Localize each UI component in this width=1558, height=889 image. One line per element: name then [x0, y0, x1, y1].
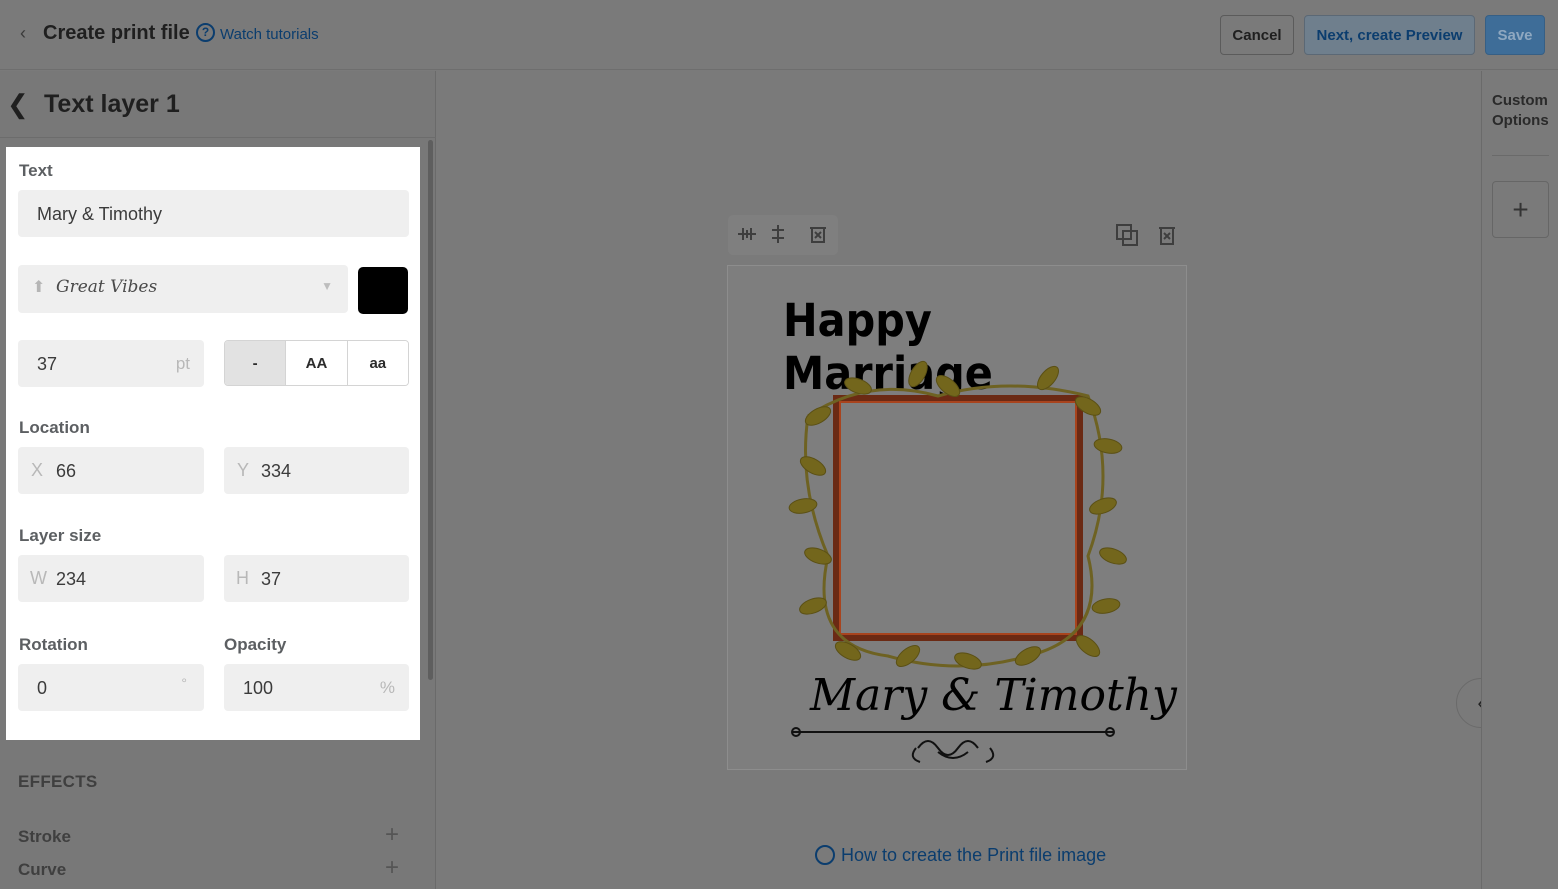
plus-icon: +	[1512, 193, 1529, 225]
y-prefix: Y	[237, 460, 250, 480]
page-title: Create print file	[43, 22, 190, 44]
watch-tutorials-link[interactable]: Watch tutorials	[220, 26, 319, 43]
h-prefix: H	[236, 568, 249, 588]
delete-all-icon[interactable]	[1157, 224, 1177, 251]
rotation-input[interactable]: 0 °	[18, 664, 204, 711]
case-none-button[interactable]: -	[225, 341, 286, 385]
cancel-button[interactable]: Cancel	[1220, 15, 1294, 55]
panel-scrollbar[interactable]	[428, 140, 433, 680]
top-bar: ‹ Create print file ? Watch tutorials Ca…	[0, 0, 1558, 70]
font-color-swatch[interactable]	[358, 267, 408, 314]
delete-layer-icon[interactable]	[808, 224, 828, 249]
align-horizontal-center-icon[interactable]	[737, 224, 757, 249]
text-label: Text	[19, 161, 53, 180]
align-vertical-center-icon[interactable]	[768, 224, 788, 249]
h-value: 37	[261, 569, 282, 589]
location-label: Location	[19, 418, 90, 437]
effects-heading: EFFECTS	[18, 772, 98, 791]
rotation-unit: °	[181, 675, 187, 691]
add-stroke-plus-icon[interactable]: +	[385, 823, 399, 847]
divider	[1492, 155, 1549, 156]
text-properties-card: Text Mary & Timothy ⬆ Great Vibes ▼ 37 p…	[6, 147, 420, 740]
caret-down-icon: ▼	[321, 279, 333, 293]
layer-size-label: Layer size	[19, 526, 102, 545]
opacity-input[interactable]: 100 %	[224, 664, 409, 711]
effect-stroke-label[interactable]: Stroke	[18, 827, 71, 847]
font-size-input[interactable]: 37 pt	[18, 340, 204, 387]
y-value: 334	[261, 461, 292, 481]
width-input[interactable]: W 234	[18, 555, 204, 602]
right-rail: Custom Options +	[1481, 71, 1558, 889]
x-input[interactable]: X 66	[18, 447, 204, 494]
y-input[interactable]: Y 334	[224, 447, 409, 494]
case-upper-button[interactable]: AA	[285, 341, 347, 385]
opacity-unit: %	[379, 678, 395, 697]
rotation-label: Rotation	[19, 635, 88, 654]
print-artboard[interactable]: Happy Marriage Mary & Timothy	[727, 265, 1187, 770]
w-value: 234	[56, 569, 87, 589]
save-button[interactable]: Save	[1485, 15, 1545, 55]
rotation-value: 0	[37, 678, 48, 698]
w-prefix: W	[30, 568, 47, 588]
align-toolbar	[728, 215, 838, 255]
flourish-ornament-image	[791, 727, 1115, 763]
font-select[interactable]: ⬆ Great Vibes ▼	[18, 265, 348, 313]
duplicate-icon[interactable]	[1116, 224, 1138, 251]
lifebuoy-icon[interactable]	[815, 845, 835, 865]
names-text[interactable]: Mary & Timothy	[810, 670, 1177, 721]
add-custom-option-button[interactable]: +	[1492, 181, 1549, 238]
divider	[0, 137, 436, 138]
add-curve-plus-icon[interactable]: +	[385, 856, 399, 880]
next-create-preview-button[interactable]: Next, create Preview	[1304, 15, 1475, 55]
layer-back-chevron-icon[interactable]: ❮	[7, 91, 29, 117]
height-input[interactable]: H 37	[224, 555, 409, 602]
case-lower-button[interactable]: aa	[346, 341, 408, 385]
custom-options-label: Custom Options	[1492, 92, 1549, 129]
layer-title: Text layer 1	[44, 90, 180, 118]
x-value: 66	[56, 461, 77, 481]
font-size-unit: pt	[175, 354, 190, 373]
x-prefix: X	[31, 460, 44, 480]
font-name: Great Vibes	[56, 277, 158, 297]
text-case-toggle: - AA aa	[224, 340, 409, 386]
how-to-create-link[interactable]: How to create the Print file image	[841, 845, 1106, 866]
font-size-value: 37	[37, 354, 58, 374]
upload-icon: ⬆	[32, 279, 46, 296]
leaf-frame-image[interactable]	[788, 356, 1128, 676]
effect-curve-label[interactable]: Curve	[18, 860, 66, 880]
back-chevron-icon[interactable]: ‹	[20, 24, 34, 42]
opacity-label: Opacity	[224, 635, 287, 654]
text-input[interactable]: Mary & Timothy	[18, 190, 409, 237]
question-circle-icon[interactable]: ?	[196, 23, 215, 42]
text-input-value: Mary & Timothy	[37, 204, 163, 224]
opacity-value: 100	[243, 678, 274, 698]
